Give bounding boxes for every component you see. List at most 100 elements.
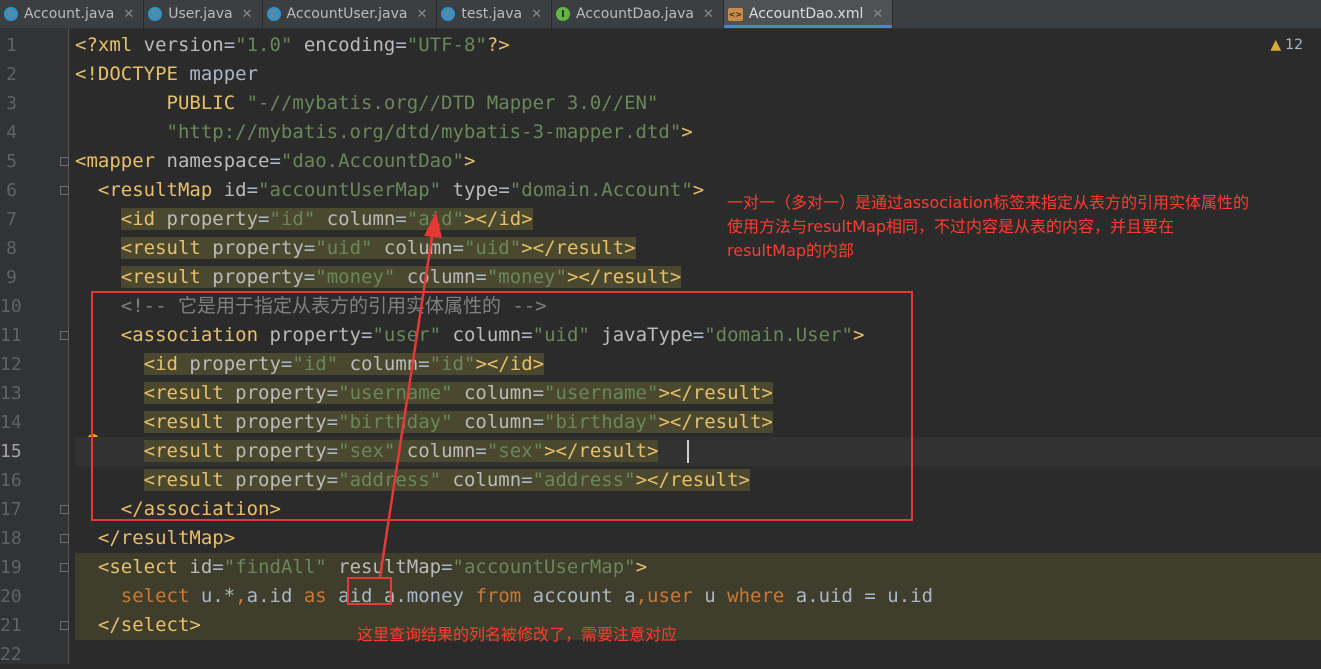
code-token: ></result> — [566, 266, 682, 288]
code-token: namespace — [166, 150, 270, 172]
tab-label: test.java — [461, 6, 523, 22]
code-token: "accountUserMap" — [452, 556, 636, 578]
code-token: a.uid = u.id — [795, 585, 934, 607]
code-token: as — [303, 585, 339, 607]
fold-marker-icon[interactable] — [60, 157, 69, 166]
code-line[interactable]: <!DOCTYPE mapper — [75, 60, 258, 89]
code-token: <!DOCTYPE — [75, 63, 190, 85]
line-number: 22 — [0, 644, 22, 665]
code-token: > — [463, 150, 476, 172]
code-line[interactable]: <mapper namespace="dao.AccountDao"> — [75, 147, 475, 176]
fold-marker-icon[interactable] — [60, 331, 69, 340]
tab-label: Account.java — [24, 6, 115, 22]
code-token: where — [727, 585, 796, 607]
code-token: = — [223, 34, 236, 56]
tab-test-java[interactable]: Ctest.java ✕ — [437, 0, 551, 28]
line-number: 18 — [0, 528, 22, 549]
highlighted-usage: <result property="money" column="money">… — [120, 266, 682, 288]
close-icon[interactable]: ✕ — [123, 7, 134, 22]
code-token: u.* — [200, 585, 236, 607]
warning-triangle-icon: ▲ — [1270, 37, 1282, 53]
code-token: ></result> — [521, 237, 636, 259]
code-token: = — [395, 34, 407, 56]
code-token: resultMap — [326, 556, 442, 578]
code-token: <mapper — [75, 150, 167, 172]
xml-file-icon: <> — [727, 7, 743, 21]
fold-marker-icon[interactable] — [60, 186, 69, 195]
fold-marker-icon[interactable] — [60, 563, 69, 572]
note-line: 一对一（多对一）是通过association标签来指定从表方的引用实体属性的 — [727, 193, 1249, 212]
line-number: 15 — [0, 441, 22, 462]
line-number: 16 — [0, 470, 22, 491]
line-number: 17 — [0, 499, 22, 520]
close-icon[interactable]: ✕ — [416, 7, 427, 22]
line-number: 11 — [0, 325, 22, 346]
code-token: "uid" — [315, 237, 373, 259]
code-token: "aid" — [406, 208, 464, 230]
code-token: > — [692, 179, 705, 201]
code-token: "uid" — [463, 237, 522, 259]
code-token: select — [120, 585, 201, 607]
inspection-widget[interactable]: ▲ 12 — [1270, 37, 1303, 53]
code-token: property — [166, 208, 259, 230]
line-number: 13 — [0, 383, 22, 404]
fold-marker-icon[interactable] — [60, 621, 69, 630]
tab-label: User.java — [168, 6, 233, 22]
code-line[interactable]: "http://mybatis.org/dtd/mybatis-3-mapper… — [75, 118, 693, 147]
close-icon[interactable]: ✕ — [703, 7, 714, 22]
line-number: 3 — [6, 93, 17, 114]
tab-separator — [892, 0, 894, 28]
code-line[interactable]: PUBLIC "-//mybatis.org//DTD Mapper 3.0//… — [75, 89, 659, 118]
code-token: "dao.AccountDao" — [280, 150, 464, 172]
code-line[interactable]: select u.*,a.id as aid a.money from acco… — [75, 582, 933, 611]
code-token: u — [704, 585, 728, 607]
code-token: <select — [97, 556, 190, 578]
fold-marker-icon[interactable] — [60, 505, 69, 514]
note-line: resultMap的内部 — [727, 241, 855, 260]
code-token: = — [303, 266, 316, 288]
code-line[interactable]: <?xml version="1.0" encoding="UTF-8"?> — [75, 31, 510, 60]
code-token: property — [212, 266, 304, 288]
close-icon[interactable]: ✕ — [242, 7, 253, 22]
tab-accountdao-java[interactable]: I AccountDao.java ✕ — [552, 0, 723, 28]
code-line[interactable]: </select> — [75, 611, 201, 640]
code-line[interactable]: <id property="id" column="aid"></id> — [75, 205, 533, 234]
line-number: 7 — [6, 209, 17, 230]
close-icon[interactable]: ✕ — [531, 7, 542, 22]
code-token: <?xml — [75, 34, 144, 56]
code-line[interactable]: <result property="uid" column="uid"></re… — [75, 234, 636, 263]
line-number: 5 — [6, 151, 17, 172]
code-token: , — [235, 585, 247, 607]
code-token: "-//mybatis.org//DTD Mapper 3.0//EN" — [246, 92, 659, 114]
code-token: a.id — [246, 585, 304, 607]
code-line[interactable]: <result property="money" column="money">… — [75, 263, 682, 292]
association-highlight-box — [91, 291, 913, 521]
tab-account-java[interactable]: C Account.java ✕ — [0, 0, 143, 28]
class-c-icon: C — [148, 7, 163, 21]
tab-accountuser-java[interactable]: C AccountUser.java ✕ — [263, 0, 437, 28]
fold-marker-icon[interactable] — [60, 534, 69, 543]
code-token: id — [223, 179, 247, 201]
code-token: = — [246, 179, 259, 201]
tab-user-java[interactable]: C User.java ✕ — [144, 0, 261, 28]
close-icon[interactable]: ✕ — [872, 7, 883, 22]
line-number: 8 — [6, 238, 17, 259]
code-line[interactable]: </resultMap> — [75, 524, 235, 553]
tab-accountdao-xml[interactable]: <> AccountDao.xml ✕ — [723, 0, 893, 28]
class-c-icon: C — [266, 7, 281, 21]
code-token: "domain.Account" — [509, 179, 693, 201]
code-token: from — [475, 585, 533, 607]
code-token: <resultMap — [97, 179, 224, 201]
code-token: = — [498, 179, 510, 201]
class-c-icon: C — [4, 7, 18, 21]
tab-label: AccountDao.java — [575, 6, 694, 22]
code-line[interactable]: <resultMap id="accountUserMap" type="dom… — [75, 176, 704, 205]
line-number: 20 — [0, 586, 22, 607]
line-number: 21 — [0, 615, 22, 636]
